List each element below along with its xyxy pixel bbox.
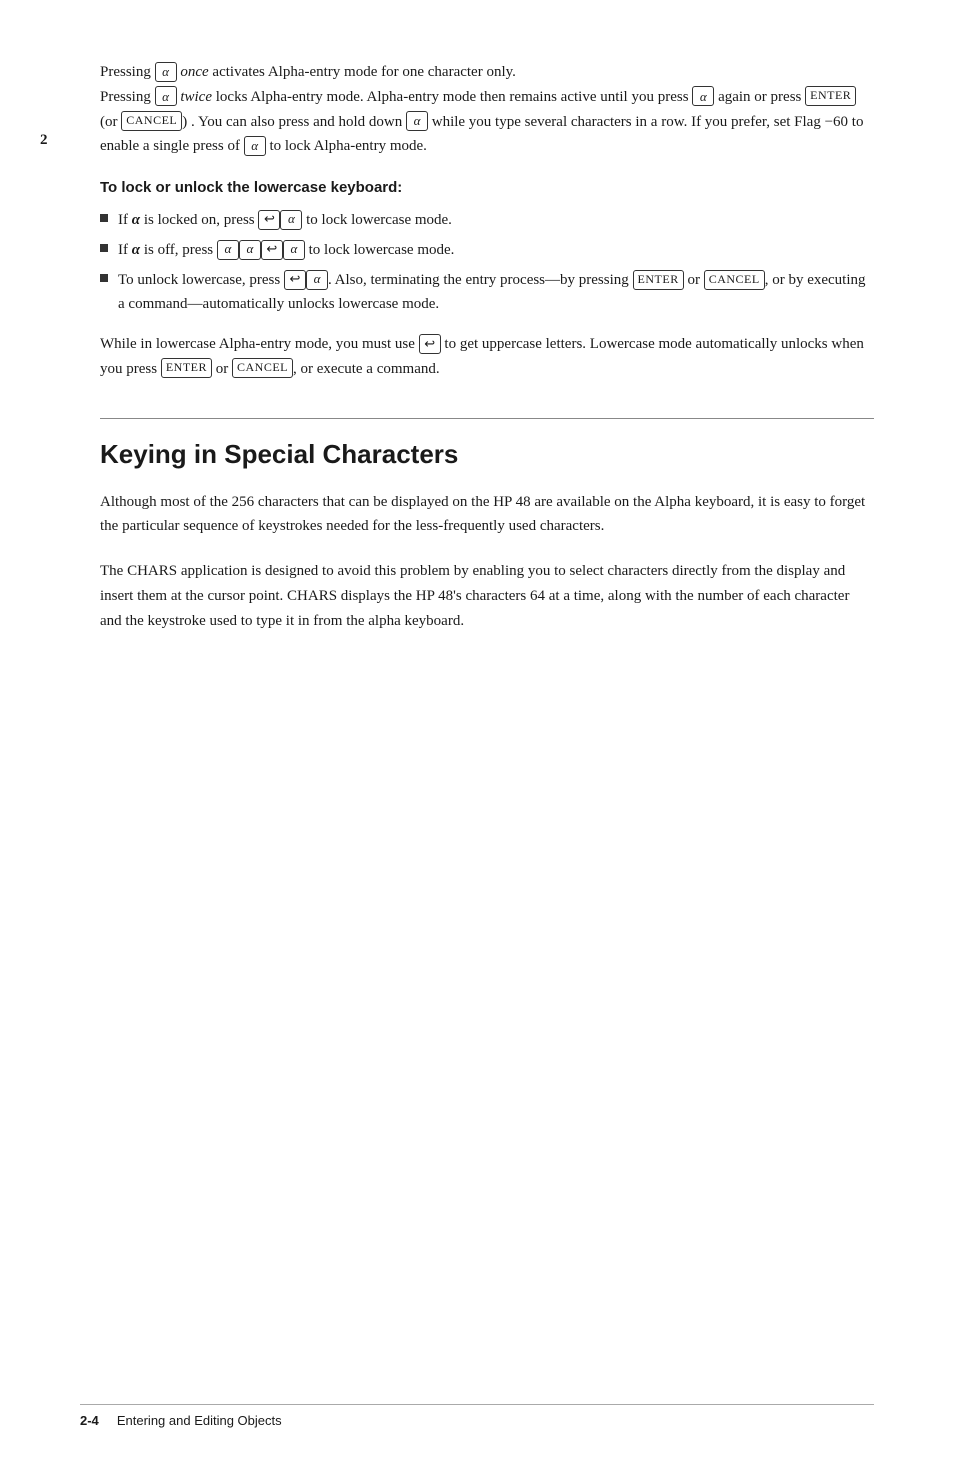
section2-para2: The CHARS application is designed to avo… (100, 559, 874, 633)
para2-end: ) . You can also press and hold down (182, 114, 406, 130)
list-item-3-content: To unlock lowercase, press ↩α. Also, ter… (118, 268, 874, 316)
pressing-1-label: Pressing (100, 64, 151, 80)
alpha-bold-2: α (132, 242, 140, 258)
enter-key-2: ENTER (633, 270, 684, 290)
or-text-1: (or (100, 114, 121, 130)
alpha-key-6: α (280, 210, 302, 230)
once-text: once (180, 64, 208, 80)
list-item-1: If α is locked on, press ↩α to lock lowe… (100, 208, 874, 232)
backspace-key-4: ↩ (419, 334, 441, 354)
para1-rest: activates Alpha-entry mode for one chara… (212, 64, 515, 80)
list-item-2: If α is off, press αα↩α to lock lowercas… (100, 238, 874, 262)
backspace-key-3: ↩ (284, 270, 306, 290)
alpha-key-8: α (239, 240, 261, 260)
backspace-key-1: ↩ (258, 210, 280, 230)
alpha-key-10: α (306, 270, 328, 290)
backspace-key-2: ↩ (261, 240, 283, 260)
para2-end3: to lock Alpha-entry mode. (269, 138, 426, 154)
pressing-2-label: Pressing (100, 89, 151, 105)
list-item-3: To unlock lowercase, press ↩α. Also, ter… (100, 268, 874, 316)
enter-key-3: ENTER (161, 358, 212, 378)
bullet-icon-2 (100, 244, 108, 252)
twice-text: twice (180, 89, 212, 105)
alpha-key-4: α (406, 111, 428, 131)
paragraph-1: Pressing α once activates Alpha-entry mo… (100, 60, 874, 159)
alpha-key-2: α (155, 86, 177, 106)
footer-page: 2-4 (80, 1413, 99, 1428)
enter-key-1: ENTER (805, 86, 856, 106)
alpha-bold-1: α (132, 212, 140, 228)
alpha-key-1: α (155, 62, 177, 82)
again-text: again or press (718, 89, 805, 105)
section-divider (100, 418, 874, 419)
footer-chapter: Entering and Editing Objects (117, 1413, 282, 1428)
list-item-2-content: If α is off, press αα↩α to lock lowercas… (118, 238, 874, 262)
bullet-icon-3 (100, 274, 108, 282)
page: 2 Pressing α once activates Alpha-entry … (0, 0, 954, 1464)
alpha-key-3: α (692, 86, 714, 106)
section-keying: Keying in Special Characters Although mo… (100, 439, 874, 634)
cancel-key-2: CANCEL (704, 270, 765, 290)
alpha-key-9: α (283, 240, 305, 260)
section-top: Pressing α once activates Alpha-entry mo… (100, 60, 874, 382)
alpha-key-5: α (244, 136, 266, 156)
bullet-list: If α is locked on, press ↩α to lock lowe… (100, 208, 874, 316)
cancel-key-1: CANCEL (121, 111, 182, 131)
bullet-icon-1 (100, 214, 108, 222)
paragraph-lowercase: While in lowercase Alpha-entry mode, you… (100, 332, 874, 382)
list-item-1-content: If α is locked on, press ↩α to lock lowe… (118, 208, 874, 232)
page-number: 2 (40, 132, 48, 149)
subheading-lowercase: To lock or unlock the lowercase keyboard… (100, 179, 874, 196)
para2-rest: locks Alpha-entry mode. Alpha-entry mode… (216, 89, 693, 105)
section-title: Keying in Special Characters (100, 439, 874, 470)
footer: 2-4 Entering and Editing Objects (80, 1404, 874, 1428)
section2-para1: Although most of the 256 characters that… (100, 490, 874, 540)
alpha-key-7: α (217, 240, 239, 260)
cancel-key-3: CANCEL (232, 358, 293, 378)
